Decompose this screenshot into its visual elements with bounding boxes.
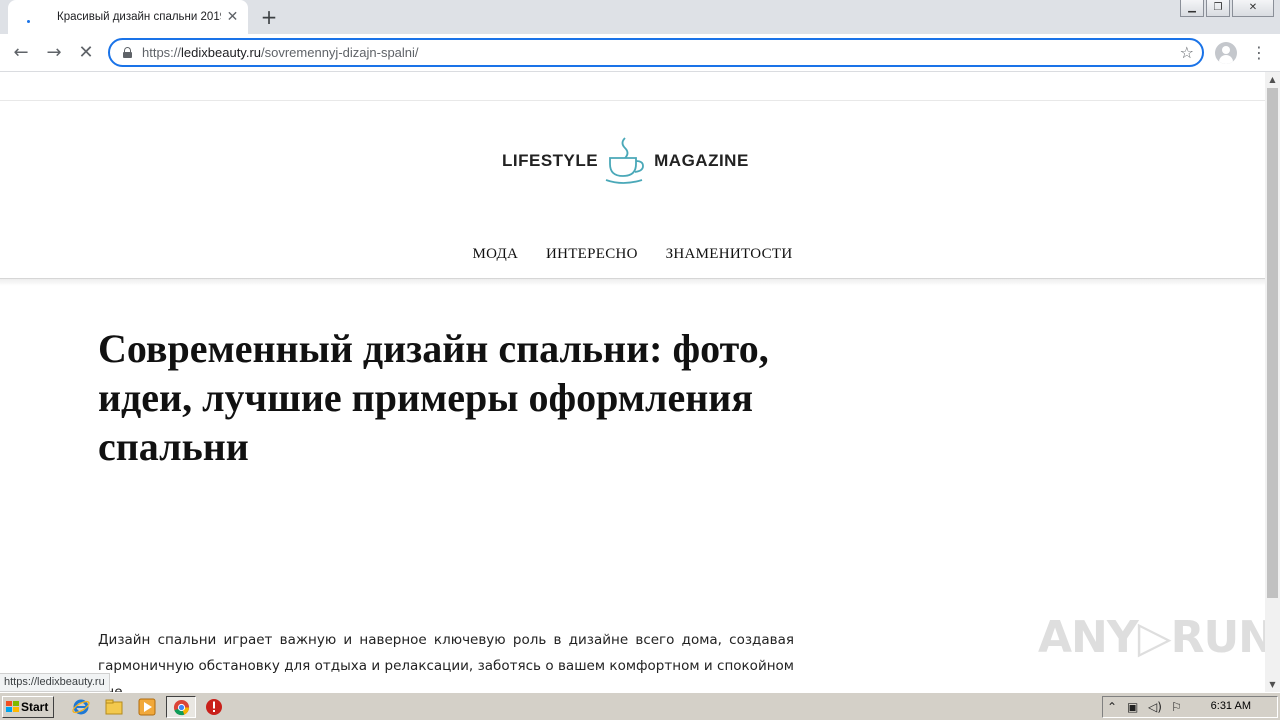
windows-flag-icon [6,701,19,713]
address-bar[interactable]: https://ledixbeauty.ru/sovremennyj-dizaj… [108,38,1204,67]
restore-button[interactable]: ❐ [1206,0,1230,17]
close-window-button[interactable]: ✕ [1232,0,1274,17]
profile-avatar-icon[interactable] [1215,42,1237,64]
status-url-bubble: https://ledixbeauty.ru [0,673,110,692]
internet-explorer-icon[interactable] [72,698,90,716]
browser-toolbar: ← → ✕ https://ledixbeauty.ru/sovremennyj… [0,34,1280,72]
antivirus-alert-icon[interactable] [205,698,223,716]
loading-spinner-icon [24,10,37,24]
file-explorer-icon[interactable] [105,698,123,716]
bookmark-star-icon[interactable]: ☆ [1180,43,1194,62]
media-player-icon[interactable] [138,698,156,716]
volume-icon[interactable]: ◁) [1148,700,1162,714]
system-clock[interactable]: 6:31 AM [1211,700,1251,712]
lock-icon[interactable] [123,47,132,58]
site-logo[interactable]: LIFESTYLE MAGAZINE [502,136,749,186]
minimize-button[interactable]: ▁ [1180,0,1204,17]
windows-taskbar: Start ⌃ ▣ ◁) ⚐ 6:31 AM [0,692,1280,720]
article-title: Современный дизайн спальни: фото, идеи, … [98,326,769,469]
forward-arrow-icon[interactable]: → [42,41,66,65]
kebab-menu-icon[interactable]: ⋮ [1251,43,1267,63]
url-text[interactable]: https://ledixbeauty.ru/sovremennyj-dizaj… [142,45,419,60]
network-icon[interactable]: ▣ [1127,700,1138,714]
window-controls: ▁ ❐ ✕ [1180,0,1274,17]
scroll-up-arrow-icon[interactable]: ▲ [1265,72,1280,87]
tab-strip: Красивый дизайн спальни 2019-20 ✕ + ▁ ❐ … [0,0,1280,34]
chrome-taskbar-button[interactable] [166,696,196,718]
page-viewport: LIFESTYLE MAGAZINE МОДА ИНТЕРЕСНО ЗНАМЕН… [0,72,1265,692]
nav-item-interesno[interactable]: ИНТЕРЕСНО [546,246,638,262]
tab-title: Красивый дизайн спальни 2019-20 [57,11,221,23]
scroll-down-arrow-icon[interactable]: ▼ [1265,677,1280,692]
back-arrow-icon[interactable]: ← [9,41,33,65]
logo-text-right: MAGAZINE [654,151,749,170]
nav-item-moda[interactable]: МОДА [473,246,519,262]
site-navigation: МОДА ИНТЕРЕСНО ЗНАМЕНИТОСТИ [0,246,1265,263]
system-tray: ⌃ ▣ ◁) ⚐ 6:31 AM [1102,696,1278,718]
vertical-scrollbar[interactable]: ▲ ▼ [1265,72,1280,692]
browser-tab[interactable]: Красивый дизайн спальни 2019-20 ✕ [8,0,248,34]
stop-loading-icon[interactable]: ✕ [74,41,98,65]
tray-expand-icon[interactable]: ⌃ [1107,700,1117,714]
action-center-flag-icon[interactable]: ⚐ [1171,700,1182,714]
nav-item-znamenitosti[interactable]: ЗНАМЕНИТОСТИ [666,246,793,262]
divider [0,100,1265,101]
header-shadow [0,278,1265,286]
start-label: Start [21,700,49,714]
coffee-cup-icon [605,137,645,184]
start-button[interactable]: Start [2,696,54,718]
scroll-thumb[interactable] [1267,88,1278,598]
anyrun-watermark: ANY▷RUN [1038,612,1265,663]
chrome-icon [173,699,190,716]
logo-text-left: LIFESTYLE [502,151,599,170]
tab-close-icon[interactable]: ✕ [225,9,240,25]
article-paragraph: Дизайн спальни играет важную и наверное … [98,632,794,692]
new-tab-button[interactable]: + [258,6,280,28]
